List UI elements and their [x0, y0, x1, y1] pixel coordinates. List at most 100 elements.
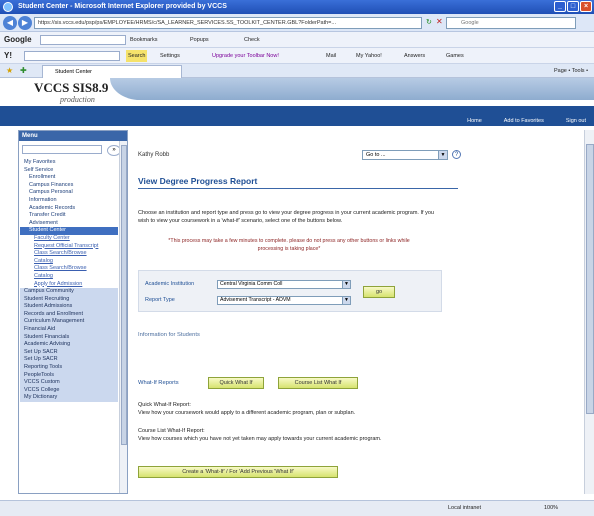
home-link[interactable]: Home: [467, 118, 482, 124]
report-type-select[interactable]: Advisement Transcript - ADVM ▼: [217, 296, 351, 305]
header-band: [110, 78, 594, 100]
header-links: Home Add to Favorites Sign out: [467, 118, 586, 124]
sis-header: VCCS SIS8.9 production Home Add to Favor…: [0, 78, 594, 126]
menu-item[interactable]: Information: [20, 197, 118, 205]
toolbar-item-bookmarks[interactable]: Bookmarks: [130, 32, 158, 48]
toolbar-item-my-yahoo[interactable]: My Yahoo!: [356, 48, 382, 64]
minimize-button[interactable]: _: [554, 1, 566, 12]
page-tools-menu[interactable]: Page • Tools •: [554, 66, 588, 76]
menu-item[interactable]: VCCS College: [20, 386, 118, 395]
menu-item[interactable]: Student Admissions: [20, 303, 118, 311]
menu-item[interactable]: Academic Advising: [20, 341, 118, 349]
add-favorites-icon[interactable]: ✚: [20, 66, 27, 75]
menu-item[interactable]: My Favorites: [20, 159, 118, 167]
menu-item[interactable]: Catalog: [20, 258, 118, 266]
toolbar-item-mail[interactable]: Mail: [326, 48, 336, 64]
back-button[interactable]: ◀: [3, 16, 17, 30]
maximize-button[interactable]: □: [567, 1, 579, 12]
menu-item[interactable]: Academic Records: [20, 205, 118, 213]
course-list-desc: View how courses which you have not yet …: [138, 436, 382, 442]
window-controls: _ □ ×: [554, 1, 592, 12]
report-type-label: Report Type: [145, 297, 175, 303]
menu-item[interactable]: Campus Finances: [20, 182, 118, 190]
menu-scroll-thumb[interactable]: [121, 145, 127, 445]
menu-item[interactable]: VCCS Custom: [20, 379, 118, 387]
info-for-students-link[interactable]: Information for Students: [138, 332, 200, 338]
chevron-down-icon: ▼: [342, 281, 350, 288]
toolbar-item-settings[interactable]: Settings: [160, 48, 180, 64]
processing-notice: *This process may take a few minutes to …: [168, 238, 410, 252]
menu-item[interactable]: Enrollment: [20, 174, 118, 182]
menu-item[interactable]: Apply for Admission: [20, 281, 118, 289]
course-list-title: Course List What-If Report:: [138, 428, 205, 434]
institution-select[interactable]: Central Virginia Comm Coll ▼: [217, 280, 351, 289]
create-whatif-button[interactable]: Create a 'What-If' / For 'Add Previous '…: [138, 466, 338, 478]
toolbar-item-answers[interactable]: Answers: [404, 48, 425, 64]
menu-item[interactable]: Catalog: [20, 273, 118, 281]
zoom-level[interactable]: 100%: [544, 501, 558, 516]
menu-item[interactable]: My Dictionary: [20, 394, 118, 402]
menu-item[interactable]: Records and Enrollment: [20, 310, 118, 319]
menu-item[interactable]: Self Service: [20, 167, 118, 175]
menu-item[interactable]: Financial Aid: [20, 326, 118, 334]
google-search-field[interactable]: [40, 35, 126, 45]
menu-item[interactable]: Class Search/Browse: [20, 265, 118, 273]
menu-item[interactable]: Student Center: [20, 227, 118, 235]
menu-item[interactable]: Student Financials: [20, 333, 118, 342]
menu-list: My Favorites Self Service Enrollment Campus…: [20, 159, 118, 402]
favorites-star-icon[interactable]: ★: [6, 66, 13, 75]
yahoo-search-field[interactable]: [24, 51, 120, 61]
menu-item[interactable]: Faculty Center: [20, 235, 118, 243]
yahoo-search-button[interactable]: Search: [126, 50, 148, 62]
menu-item[interactable]: Class Search/Browse: [20, 250, 118, 258]
sign-out-link[interactable]: Sign out: [566, 118, 586, 124]
whatif-reports-label: What-If Reports: [138, 380, 179, 386]
goto-select[interactable]: Go to ... ▼: [362, 150, 448, 160]
menu-item[interactable]: Reporting Tools: [20, 364, 118, 372]
address-bar: ◀ ▶ https://sis.vccs.edu/psp/ps/EMPLOYEE…: [0, 14, 594, 32]
ie-logo-icon: [3, 2, 13, 12]
report-type-select-value: Advisement Transcript - ADVM: [220, 297, 291, 303]
quick-whatif-button[interactable]: Quick What If: [208, 377, 264, 389]
page-scroll-thumb[interactable]: [586, 144, 594, 414]
menu-item[interactable]: Curriculum Management: [20, 318, 118, 327]
tab-student-center[interactable]: Student Center: [42, 65, 182, 78]
menu-item[interactable]: Set Up SACR: [20, 356, 118, 365]
security-zone: Local intranet: [448, 505, 482, 511]
stop-icon[interactable]: ✕: [436, 17, 443, 26]
go-button[interactable]: go: [363, 286, 395, 298]
toolbar-item-games[interactable]: Games: [446, 48, 464, 64]
toolbar-item-upgrade[interactable]: Upgrade your Toolbar Now!: [212, 48, 279, 64]
menu-item[interactable]: PeopleTools: [20, 371, 118, 380]
menu-item[interactable]: Transfer Credit: [20, 212, 118, 220]
sis-subtitle: production: [60, 95, 95, 104]
menu-scrollbar[interactable]: [119, 141, 127, 493]
refresh-icon[interactable]: ↻: [426, 18, 432, 26]
yahoo-logo: Y!: [4, 51, 12, 60]
title-divider: [138, 188, 458, 189]
goto-select-value: Go to ...: [366, 152, 386, 158]
menu-item[interactable]: Advisement: [20, 220, 118, 228]
forward-button[interactable]: ▶: [18, 16, 32, 30]
url-field[interactable]: https://sis.vccs.edu/psp/ps/EMPLOYEE/HRM…: [34, 17, 422, 29]
google-logo: Google: [4, 35, 32, 44]
chevron-down-icon: ▼: [342, 297, 350, 304]
menu-item[interactable]: Campus Community: [20, 288, 118, 296]
page-scrollbar[interactable]: [584, 130, 594, 494]
main-content: Kathy Robb Go to ... ▼ ? View Degree Pro…: [130, 130, 582, 494]
menu-item[interactable]: Set Up SACR: [20, 348, 118, 357]
menu-item[interactable]: Student Recruiting: [20, 295, 118, 304]
course-list-whatif-button[interactable]: Course List What If: [278, 377, 358, 389]
toolbar-item-check[interactable]: Check: [244, 32, 260, 48]
menu-item[interactable]: Request Official Transcript: [20, 243, 118, 251]
institution-select-value: Central Virginia Comm Coll: [220, 281, 283, 287]
toolbar-item-popups[interactable]: Popups: [190, 32, 209, 48]
menu-item[interactable]: Campus Personal: [20, 189, 118, 197]
quick-whatif-desc: View how your coursework would apply to …: [138, 410, 356, 416]
help-icon[interactable]: ?: [452, 150, 461, 159]
menu-search-input[interactable]: [22, 145, 102, 154]
add-to-favorites-link[interactable]: Add to Favorites: [504, 118, 544, 124]
window-title: Student Center - Microsoft Internet Expl…: [18, 3, 227, 10]
search-input[interactable]: Google: [446, 17, 576, 29]
close-button[interactable]: ×: [580, 1, 592, 12]
